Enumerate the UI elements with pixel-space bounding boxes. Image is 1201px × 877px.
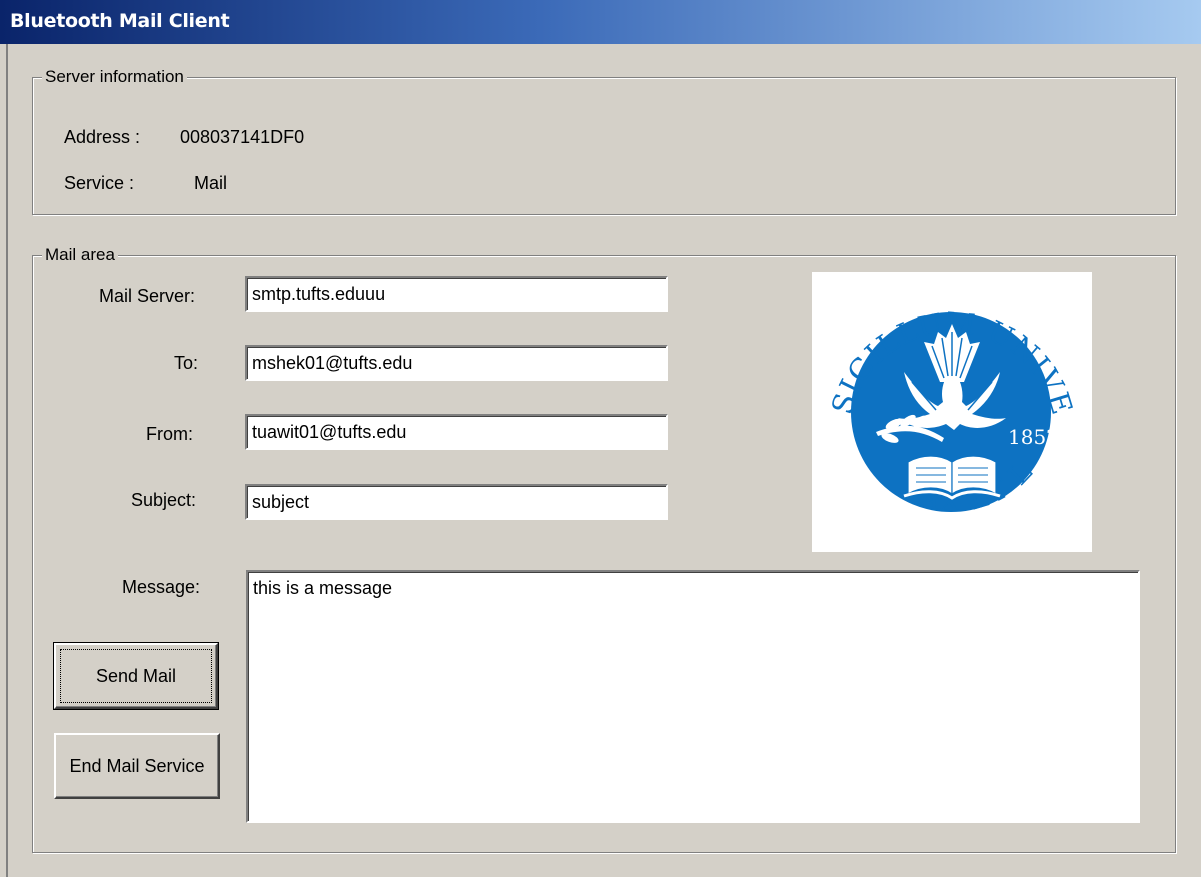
service-value: Mail	[194, 173, 228, 193]
subject-label: Subject:	[131, 490, 197, 510]
window-title: Bluetooth Mail Client	[10, 10, 230, 32]
message-textarea[interactable]: this is a message	[246, 570, 1140, 823]
svg-text:1852: 1852	[1008, 425, 1059, 449]
focus-rectangle	[60, 649, 212, 703]
mail-server-input[interactable]: smtp.tufts.eduuu	[245, 276, 668, 312]
mail-area-legend: Mail area	[42, 245, 118, 265]
end-mail-service-label: End Mail Service	[69, 755, 205, 776]
server-info-legend: Server information	[42, 67, 187, 87]
end-mail-service-button[interactable]: End Mail Service	[54, 733, 220, 799]
to-input[interactable]: mshek01@tufts.edu	[245, 345, 668, 381]
message-label: Message:	[122, 577, 201, 597]
to-label: To:	[174, 353, 199, 373]
address-value: 008037141DF0	[180, 127, 305, 147]
subject-input[interactable]: subject	[245, 484, 668, 520]
service-label: Service :	[64, 173, 135, 193]
window-edge	[6, 44, 8, 877]
title-bar[interactable]: Bluetooth Mail Client	[0, 0, 1201, 44]
mail-client-window: Bluetooth Mail Client Server information…	[0, 0, 1201, 877]
send-mail-button[interactable]: Send Mail	[53, 642, 219, 710]
from-label: From:	[146, 424, 193, 444]
address-label: Address :	[64, 127, 141, 147]
tufts-seal-logo: SIGILLUM UNIVERSITATIS TUFTENSIS PAX ET …	[799, 245, 1092, 552]
from-input[interactable]: tuawit01@tufts.edu	[245, 414, 668, 450]
seal-graphic: SIGILLUM UNIVERSITATIS TUFTENSIS PAX ET …	[799, 245, 1088, 548]
mail-server-label: Mail Server:	[99, 286, 196, 306]
